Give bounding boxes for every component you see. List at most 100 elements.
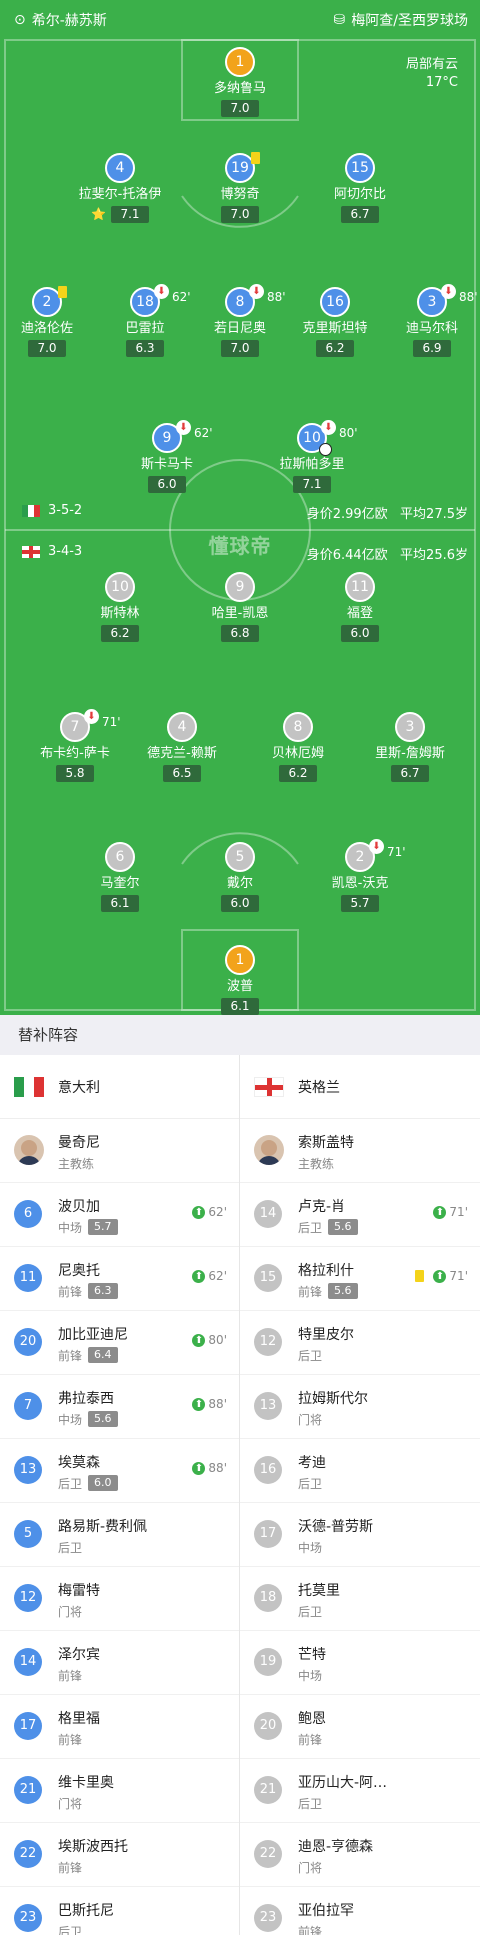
pitch-player[interactable]: 3 ⬇ 88' 迪马尔科 6.9 <box>372 284 480 357</box>
bench-player-row[interactable]: 13 拉姆斯代尔 门将 <box>240 1375 480 1439</box>
bench-player-row[interactable]: 22 迪恩-亨德森 门将 <box>240 1823 480 1887</box>
player-number: 8 <box>293 719 303 735</box>
pitch-player[interactable]: 5 戴尔 6.0 <box>180 842 300 912</box>
player-rating: 6.2 <box>316 340 354 357</box>
pitch-player[interactable]: 10 斯特林 6.2 <box>60 572 180 642</box>
player-number-badge: 11 <box>14 1264 42 1292</box>
player-rating: 6.0 <box>88 1475 118 1491</box>
player-rating: 6.1 <box>101 895 139 912</box>
bench-player-row[interactable]: 16 考迪 后卫 <box>240 1439 480 1503</box>
pitch-player[interactable]: 3 里斯-詹姆斯 6.7 <box>350 712 470 782</box>
player-number-badge: 21 <box>14 1776 42 1804</box>
pitch-player[interactable]: 11 福登 6.0 <box>300 572 420 642</box>
bench-player-row[interactable]: 12 梅雷特 门将 <box>0 1567 239 1631</box>
pitch-player[interactable]: 19 博努奇 7.0 <box>180 152 300 223</box>
bench-player-row[interactable]: 15 格拉利什 前锋 5.6 ⬆ 71' <box>240 1247 480 1311</box>
bench-player-row[interactable]: 23 巴斯托尼 后卫 <box>0 1887 239 1935</box>
avatar <box>254 1135 284 1165</box>
italy-bench: 意大利 曼奇尼 主教练 6 波贝加 中场 5.7 ⬆ 62' 11 尼奥托 前锋 6.3 ⬆ 62' 20 加… <box>0 1055 240 1935</box>
pitch-player[interactable]: 1 多纳鲁马 7.0 <box>180 47 300 117</box>
coach-name: 曼奇尼 <box>58 1135 100 1151</box>
star-icon: ⭐ <box>90 207 106 221</box>
player-rating: 5.6 <box>328 1283 358 1299</box>
player-rating: 6.9 <box>413 340 451 357</box>
pitch-player[interactable]: 4 德克兰-赖斯 6.5 <box>122 712 242 782</box>
england-formation: 3-4-3 <box>22 544 82 559</box>
bench-player-row[interactable]: 17 格里福 前锋 <box>0 1695 239 1759</box>
player-name: 亚伯拉罕 <box>298 1903 354 1919</box>
pitch-player[interactable]: 6 马奎尔 6.1 <box>60 842 180 912</box>
sub-in: ⬆ 62' <box>192 1269 227 1283</box>
player-name: 博努奇 <box>220 187 260 202</box>
italy-value: 身价2.99亿欧 <box>306 507 388 522</box>
player-position: 后卫 <box>298 1477 323 1491</box>
player-number-badge: 13 <box>14 1456 42 1484</box>
player-number-badge: 8 ⬇ 88' <box>225 284 286 317</box>
bench-player-row[interactable]: 20 加比亚迪尼 前锋 6.4 ⬆ 80' <box>0 1311 239 1375</box>
player-name: 埃莫森 <box>58 1455 100 1471</box>
sub-in-minute: 71' <box>449 1269 468 1283</box>
player-position: 后卫 <box>58 1541 83 1555</box>
player-number-badge: 16 <box>254 1456 282 1484</box>
coach-role: 主教练 <box>298 1157 335 1171</box>
player-number-badge: 20 <box>14 1328 42 1356</box>
bench-player-row[interactable]: 7 弗拉泰西 中场 5.6 ⬆ 88' <box>0 1375 239 1439</box>
pitch-player[interactable]: 10 ⬇ 80' 拉斯帕多里 7.1 <box>252 420 372 493</box>
player-name: 波贝加 <box>58 1199 100 1215</box>
pitch-player[interactable]: 8 贝林厄姆 6.2 <box>238 712 358 782</box>
bench-player-row[interactable]: 17 沃德-普劳斯 中场 <box>240 1503 480 1567</box>
player-number: 10 <box>303 430 321 446</box>
watermark-logo: 懂球帝 <box>208 534 272 558</box>
player-position: 前锋 <box>58 1733 83 1747</box>
sub-on-icon: ⬆ <box>433 1269 447 1283</box>
pitch-player[interactable]: 2 ⬇ 71' 凯恩-沃克 5.7 <box>300 839 420 912</box>
sub-in: ⬆ 71' <box>433 1205 468 1219</box>
pitch-player[interactable]: 7 ⬇ 71' 布卡约-萨卡 5.8 <box>15 709 135 782</box>
player-number: 7 <box>70 719 80 735</box>
italy-formation-text: 3-5-2 <box>48 503 83 518</box>
bench-player-row[interactable]: 23 亚伯拉罕 前锋 <box>240 1887 480 1935</box>
player-position: 中场 <box>58 1413 83 1427</box>
venue: ⛁ 梅阿查/圣西罗球场 <box>334 10 468 30</box>
england-bench-header: 英格兰 <box>240 1055 480 1119</box>
bench-player-row[interactable]: 13 埃莫森 后卫 6.0 ⬆ 88' <box>0 1439 239 1503</box>
bench-player-row[interactable]: 5 路易斯-费利佩 后卫 <box>0 1503 239 1567</box>
player-name: 迪马尔科 <box>405 321 458 336</box>
player-rating: 6.3 <box>88 1283 118 1299</box>
coach-row[interactable]: 曼奇尼 主教练 <box>0 1119 239 1183</box>
player-number: 4 <box>115 160 125 176</box>
player-name: 德克兰-赖斯 <box>147 746 217 761</box>
player-position: 后卫 <box>298 1797 323 1811</box>
pitch-player[interactable]: 15 阿切尔比 6.7 <box>300 153 420 223</box>
bench-player-row[interactable]: 14 卢克-肖 后卫 5.6 ⬆ 71' <box>240 1183 480 1247</box>
pitch-player[interactable]: 9 ⬇ 62' 斯卡马卡 6.0 <box>107 420 227 493</box>
bench-player-row[interactable]: 14 泽尔宾 前锋 <box>0 1631 239 1695</box>
pitch-player[interactable]: 9 哈里-凯恩 6.8 <box>180 572 300 642</box>
bench-player-row[interactable]: 20 鲍恩 前锋 <box>240 1695 480 1759</box>
yellow-card-icon <box>415 1270 425 1282</box>
bench-player-row[interactable]: 21 亚历山大-阿… 后卫 <box>240 1759 480 1823</box>
bench-player-row[interactable]: 12 特里皮尔 后卫 <box>240 1311 480 1375</box>
bench-player-row[interactable]: 11 尼奥托 前锋 6.3 ⬆ 62' <box>0 1247 239 1311</box>
england-value: 身价6.44亿欧 <box>306 548 388 563</box>
venue-name: 梅阿查/圣西罗球场 <box>351 13 468 29</box>
player-name: 加比亚迪尼 <box>58 1327 128 1343</box>
player-number-badge: 5 <box>225 842 255 872</box>
sub-in: ⬆ 62' <box>192 1205 227 1219</box>
player-name: 阿切尔比 <box>333 187 386 202</box>
player-number-badge: 4 <box>105 153 135 183</box>
player-number: 3 <box>405 719 415 735</box>
bench-player-row[interactable]: 22 埃斯波西托 前锋 <box>0 1823 239 1887</box>
player-position: 前锋 <box>58 1285 83 1299</box>
bench-player-row[interactable]: 19 芒特 中场 <box>240 1631 480 1695</box>
player-position: 前锋 <box>298 1925 323 1935</box>
bench-player-row[interactable]: 18 托莫里 后卫 <box>240 1567 480 1631</box>
player-number-badge: 10 <box>105 572 135 602</box>
coach-row[interactable]: 索斯盖特 主教练 <box>240 1119 480 1183</box>
pitch-player[interactable]: 1 波普 6.1 <box>180 945 300 1015</box>
bench-player-row[interactable]: 21 维卡里奥 门将 <box>0 1759 239 1823</box>
bench-player-row[interactable]: 6 波贝加 中场 5.7 ⬆ 62' <box>0 1183 239 1247</box>
pitch-player[interactable]: 4 拉斐尔-托洛伊 ⭐ 7.1 <box>60 153 180 223</box>
player-rating: 6.2 <box>101 625 139 642</box>
player-number-badge: 13 <box>254 1392 282 1420</box>
